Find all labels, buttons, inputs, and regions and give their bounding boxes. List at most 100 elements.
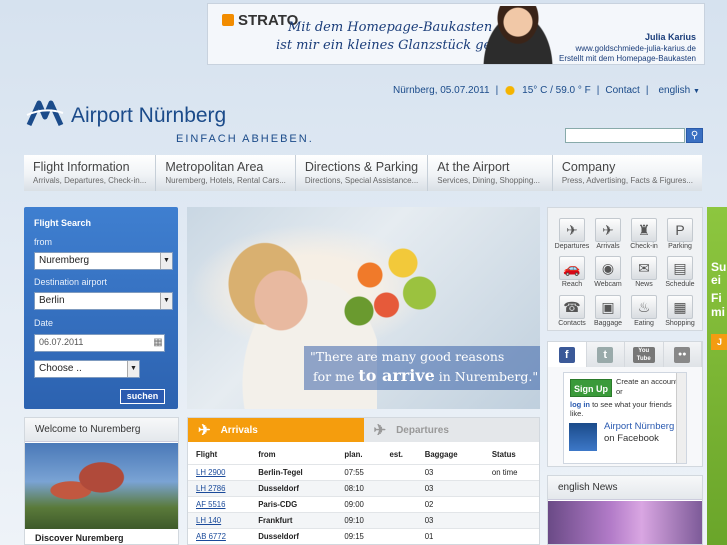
banner-person-image bbox=[478, 6, 558, 64]
quick-link-reach[interactable]: 🚗 Reach bbox=[554, 256, 590, 291]
contact-link[interactable]: Contact bbox=[605, 85, 639, 96]
table-cell: 07:55 bbox=[336, 464, 382, 481]
tab-departures[interactable]: ✈ Departures bbox=[363, 418, 539, 442]
tab-twitter[interactable]: t bbox=[586, 342, 625, 367]
facebook-page-link[interactable]: Airport Nürnberg on Facebook bbox=[604, 421, 686, 445]
login-link[interactable]: log in bbox=[570, 400, 590, 409]
quick-link-departures[interactable]: ✈ Departures bbox=[554, 218, 590, 253]
table-cell bbox=[381, 528, 417, 544]
banner-url: www.goldschmiede-julia-karius.de bbox=[575, 44, 697, 53]
separator: | bbox=[596, 85, 600, 96]
nav-metropolitan-area[interactable]: Metropolitan Area Nuremberg, Hotels, Ren… bbox=[156, 155, 296, 191]
quick-link-contacts[interactable]: ☎ Contacts bbox=[554, 294, 590, 330]
phone-icon: ☎ bbox=[559, 294, 585, 319]
quick-link-news[interactable]: ✉ News bbox=[626, 256, 662, 291]
quick-links-panel: ✈ Departures ✈ Arrivals ♜ Check-in P Parking 🚗 Re… bbox=[547, 207, 703, 331]
tab-flickr[interactable]: ●● bbox=[663, 342, 702, 367]
baggage-icon: ▣ bbox=[595, 294, 621, 319]
from-label: from bbox=[34, 237, 52, 247]
hero-image[interactable]: "There are many good reasons for me to a… bbox=[187, 207, 540, 409]
nav-title: Directions & Parking bbox=[304, 160, 419, 174]
quick-link-baggage[interactable]: ▣ Baggage bbox=[590, 294, 626, 330]
nav-subtitle: Press, Advertising, Facts & Figures... bbox=[561, 176, 693, 185]
tab-facebook[interactable]: f bbox=[548, 342, 587, 367]
date-input[interactable]: 06.07.2011 ▦ bbox=[34, 334, 165, 352]
table-row[interactable]: LH 140 Frankfurt 09:10 03 bbox=[188, 512, 539, 529]
tab-youtube[interactable]: You Tube bbox=[625, 342, 664, 367]
banner-credit: Erstellt mit dem Homepage-Baukasten bbox=[559, 54, 696, 63]
calendar-icon[interactable]: ▦ bbox=[152, 335, 164, 351]
flight-number-link[interactable]: LH 2900 bbox=[188, 464, 251, 481]
quick-link-label: Reach bbox=[561, 281, 583, 289]
flight-number-link[interactable]: AB 6772 bbox=[188, 528, 251, 544]
nav-subtitle: Services, Dining, Shopping... bbox=[437, 176, 540, 185]
quick-link-arrivals[interactable]: ✈ Arrivals bbox=[590, 218, 626, 253]
table-cell: Paris-CDG bbox=[250, 496, 337, 513]
flickr-icon: ●● bbox=[674, 346, 691, 363]
destination-select[interactable]: Berlin ▼ bbox=[34, 292, 173, 310]
flight-number-link[interactable]: LH 2786 bbox=[188, 480, 251, 497]
table-cell: 03 bbox=[416, 512, 484, 529]
nav-title: Flight Information bbox=[33, 160, 130, 174]
table-cell: Frankfurt bbox=[250, 512, 337, 529]
airport-logo-icon[interactable] bbox=[26, 99, 64, 131]
webcam-icon: ◉ bbox=[595, 256, 621, 281]
destination-label: Destination airport bbox=[34, 277, 108, 287]
tab-arrivals[interactable]: ✈ Arrivals bbox=[188, 418, 364, 442]
quick-link-schedule[interactable]: ▤ Schedule bbox=[662, 256, 698, 291]
table-cell bbox=[381, 512, 417, 529]
nav-title: Company bbox=[561, 160, 616, 174]
table-row[interactable]: LH 2786 Dusseldorf 08:10 03 bbox=[188, 480, 539, 497]
table-row[interactable]: LH 2900 Berlin-Tegel 07:55 03 on time bbox=[188, 464, 539, 481]
quick-link-label: Webcam bbox=[594, 281, 622, 289]
facebook-signup-button[interactable]: Sign Up bbox=[570, 379, 612, 397]
table-cell: 01 bbox=[416, 528, 484, 544]
table-cell: on time bbox=[483, 464, 539, 481]
signup-text-2: log in to see what your friends like. bbox=[570, 400, 672, 418]
flight-number-link[interactable]: LH 140 bbox=[188, 512, 251, 529]
table-cell bbox=[483, 528, 539, 544]
quick-link-eating[interactable]: ♨ Eating bbox=[626, 294, 662, 330]
airport-logo-text[interactable]: Airport Nürnberg bbox=[71, 104, 226, 128]
date-label: Date bbox=[34, 318, 54, 328]
english-news-panel[interactable]: english News bbox=[547, 475, 703, 545]
nav-company[interactable]: Company Press, Advertising, Facts & Figu… bbox=[552, 155, 702, 191]
side-ad[interactable]: Su ei Fi mi J bbox=[707, 207, 727, 545]
strato-banner-ad[interactable]: STRATO Mit dem Homepage-Baukasten ist mi… bbox=[207, 3, 705, 65]
facebook-page-avatar[interactable] bbox=[569, 423, 597, 451]
side-ad-text: mi bbox=[711, 305, 726, 319]
table-row[interactable]: AB 6772 Dusseldorf 09:15 01 bbox=[188, 528, 539, 544]
dining-icon: ♨ bbox=[631, 294, 657, 319]
facebook-scrollbar[interactable] bbox=[676, 373, 686, 463]
flight-search-panel: Flight Search from Nuremberg ▼ Destinatio… bbox=[24, 207, 178, 409]
language-select[interactable]: english ▼ bbox=[658, 85, 699, 96]
table-cell bbox=[483, 512, 539, 529]
quick-link-shopping[interactable]: ▦ Shopping bbox=[662, 294, 698, 330]
from-select[interactable]: Nuremberg ▼ bbox=[34, 252, 173, 270]
flight-search-title: Flight Search bbox=[34, 218, 92, 228]
news-image[interactable] bbox=[548, 501, 702, 544]
search-input[interactable] bbox=[565, 128, 685, 143]
table-row[interactable]: AF 5516 Paris-CDG 09:00 02 bbox=[188, 496, 539, 513]
flight-number-link[interactable]: AF 5516 bbox=[188, 496, 251, 513]
quick-link-check-in[interactable]: ♜ Check-in bbox=[626, 218, 662, 253]
nav-at-the-airport[interactable]: At the Airport Services, Dining, Shoppin… bbox=[428, 155, 553, 191]
time-select[interactable]: Choose .. ▼ bbox=[34, 360, 140, 378]
search-submit-button[interactable]: suchen bbox=[120, 389, 165, 404]
column-header: from bbox=[258, 450, 276, 459]
location-date: Nürnberg, 05.07.2011 bbox=[393, 85, 490, 96]
nav-directions-parking[interactable]: Directions & Parking Directions, Special… bbox=[295, 155, 429, 191]
quick-link-webcam[interactable]: ◉ Webcam bbox=[590, 256, 626, 291]
side-ad-text: Fi bbox=[711, 291, 722, 305]
side-ad-text: Su bbox=[711, 260, 727, 274]
table-cell bbox=[381, 480, 417, 497]
side-ad-button[interactable]: J bbox=[711, 334, 727, 350]
welcome-panel: Welcome to Nuremberg Discover Nuremberg bbox=[24, 417, 179, 545]
search-button[interactable]: ⚲ bbox=[686, 128, 703, 143]
welcome-title: Welcome to Nuremberg bbox=[25, 418, 178, 442]
discover-nuremberg-link[interactable]: Discover Nuremberg bbox=[35, 533, 124, 543]
nav-flight-information[interactable]: Flight Information Arrivals, Departures,… bbox=[24, 155, 157, 191]
side-ad-text: ei bbox=[711, 273, 722, 287]
nuremberg-castle-image[interactable] bbox=[25, 443, 178, 529]
quick-link-parking[interactable]: P Parking bbox=[662, 218, 698, 253]
